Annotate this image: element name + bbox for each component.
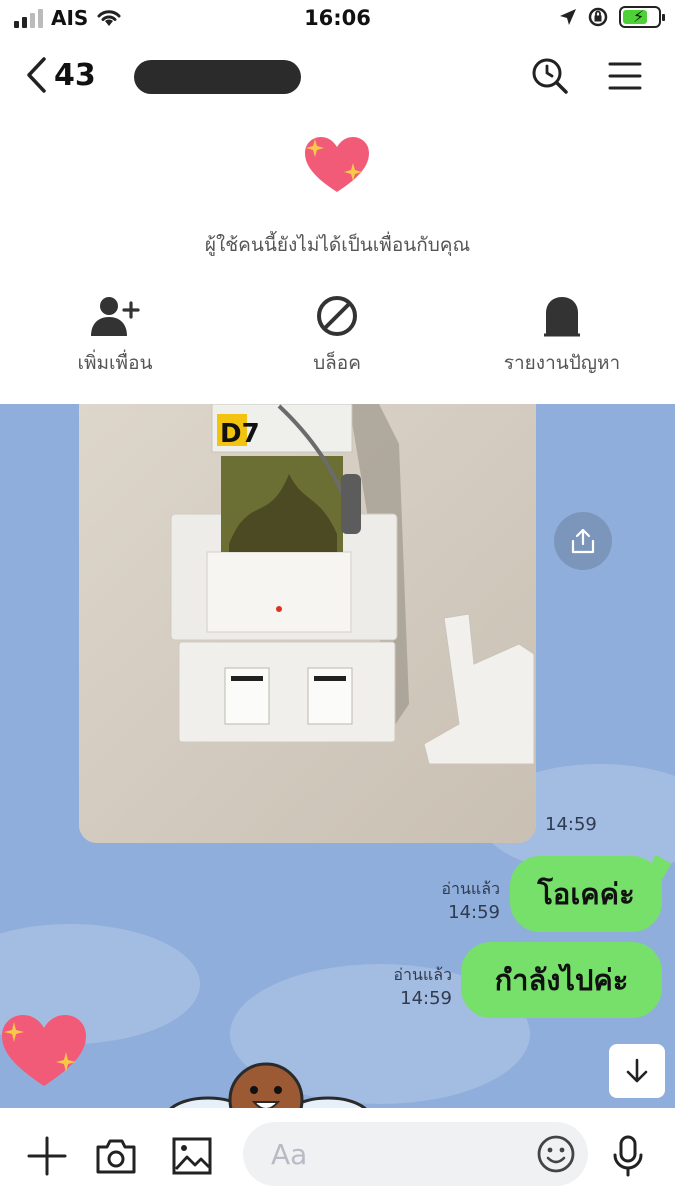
report-button[interactable]: รายงานปัญหา [462,294,662,378]
arrow-down-icon [626,1058,648,1083]
input-bar [0,1108,675,1200]
message-bubble[interactable]: โอเคค่ะ [510,856,662,932]
share-icon [571,528,595,554]
chat-area[interactable]: D7 14:59 อ่านแล้ว 14:59 โอเคค่ะ อ่านแล้ว… [0,404,675,1108]
message-text: กำลังไปค่ะ [494,963,629,997]
menu-button[interactable] [606,56,646,96]
unread-count: 43 [54,57,96,93]
search-button[interactable] [530,56,570,96]
message-text: โอเคค่ะ [537,877,635,911]
chat-header: 43 [0,44,675,108]
read-status: อ่านแล้ว [393,965,452,984]
status-bar: AIS 16:06 ⚡ [0,0,675,40]
back-button[interactable]: 43 [24,56,96,94]
block-icon [317,296,357,336]
image-icon [172,1137,212,1175]
not-friend-notice: ผู้ใช้คนนี้ยังไม่ได้เป็นเพื่อนกับคุณ [204,234,471,256]
share-button[interactable] [554,512,612,570]
photo-timestamp: 14:59 [545,814,597,835]
search-history-icon [532,58,568,94]
location-icon [560,9,576,25]
battery-charging-icon: ⚡ [619,6,665,28]
report-label: รายงานปัญหา [503,352,621,374]
message-read-meta: อ่านแล้ว 14:59 [420,878,500,926]
orientation-lock-icon [588,7,608,27]
emoji-button[interactable] [536,1134,576,1174]
plus-icon [27,1136,67,1176]
message-timestamp: 14:59 [448,902,500,924]
add-friend-label: เพิ่มเพื่อน [77,352,153,374]
key-card-holder-photo: D7 [79,404,536,843]
microphone-icon [613,1135,643,1177]
more-button[interactable] [25,1134,69,1178]
heart-sparkle-icon [2,1015,86,1086]
voice-button[interactable] [606,1134,650,1178]
scroll-to-bottom-button[interactable] [609,1044,665,1098]
character-sticker [169,1062,367,1108]
block-button[interactable]: บล็อค [237,294,437,378]
back-chevron-icon [27,57,46,93]
camera-icon [96,1139,136,1174]
report-icon [544,297,580,337]
message-bubble[interactable]: กำลังไปค่ะ [461,942,662,1018]
add-friend-icon [91,297,140,336]
gallery-button[interactable] [170,1134,214,1178]
contact-name-redacted [134,60,301,94]
emoji-icon [537,1135,575,1173]
add-friend-button[interactable]: เพิ่มเพื่อน [15,294,215,378]
friend-actions: เพิ่มเพื่อน บล็อค รายงานปัญหา [0,294,675,384]
menu-icon [608,62,642,90]
heart-sparkle-icon [305,137,369,192]
key-tag-label: D7 [220,419,260,449]
camera-button[interactable] [94,1134,138,1178]
message-timestamp: 14:59 [400,988,452,1010]
block-label: บล็อค [313,352,361,374]
message-read-meta: อ่านแล้ว 14:59 [372,964,452,1012]
read-status: อ่านแล้ว [441,879,500,898]
photo-message[interactable]: D7 [79,404,536,843]
